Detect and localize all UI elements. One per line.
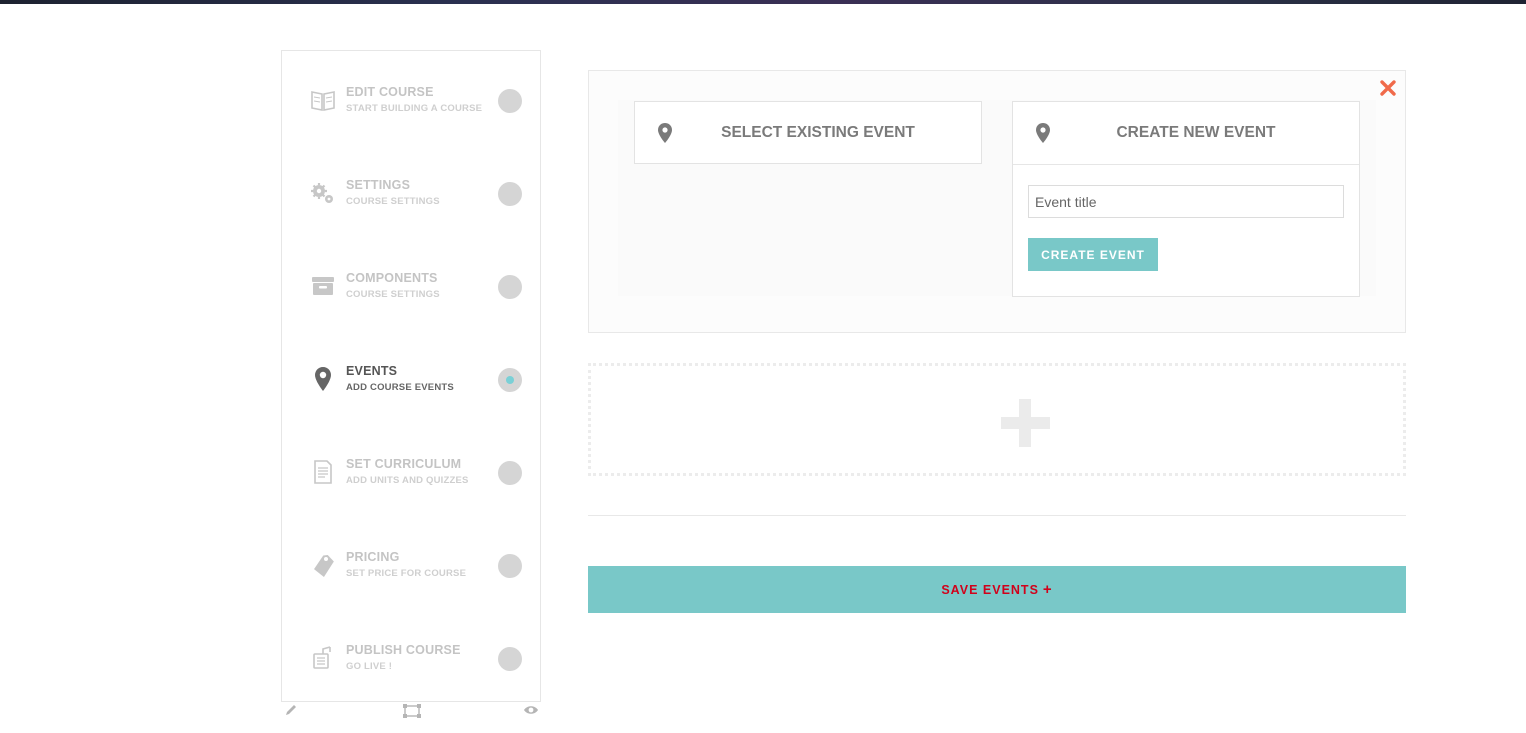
course-steps-sidebar: EDIT COURSE START BUILDING A COURSE SETT… xyxy=(281,50,541,702)
create-new-event-label: CREATE NEW EVENT xyxy=(1116,124,1276,141)
step-subtitle: SET PRICE FOR COURSE xyxy=(346,568,467,579)
select-existing-event-label: SELECT EXISTING EVENT xyxy=(721,124,915,141)
create-event-button[interactable]: CREATE EVENT xyxy=(1028,238,1158,271)
step-edit-course[interactable]: EDIT COURSE START BUILDING A COURSE xyxy=(282,73,542,133)
step-title: SET CURRICULUM xyxy=(346,457,462,471)
save-events-label: SAVE EVENTS xyxy=(941,583,1039,597)
step-title: SETTINGS xyxy=(346,178,411,192)
pencil-icon[interactable] xyxy=(284,703,298,721)
divider xyxy=(1013,164,1359,165)
step-title: EDIT COURSE xyxy=(346,85,434,99)
gears-icon xyxy=(310,180,336,206)
close-icon[interactable] xyxy=(1379,79,1397,97)
event-title-input[interactable] xyxy=(1028,185,1344,218)
map-pin-icon xyxy=(310,366,336,392)
step-title: PRICING xyxy=(346,550,400,564)
step-status-dot xyxy=(498,368,522,392)
map-pin-icon xyxy=(1033,122,1053,144)
map-pin-icon xyxy=(655,122,675,144)
step-subtitle: ADD UNITS AND QUIZZES xyxy=(346,475,469,486)
divider xyxy=(588,515,1406,516)
step-subtitle: ADD COURSE EVENTS xyxy=(346,382,454,393)
step-components[interactable]: COMPONENTS COURSE SETTINGS xyxy=(282,259,542,319)
eye-icon[interactable] xyxy=(523,703,539,721)
document-icon xyxy=(310,459,336,485)
step-status-dot xyxy=(498,461,522,485)
step-subtitle: COURSE SETTINGS xyxy=(346,289,440,300)
step-status-dot xyxy=(498,647,522,671)
resize-icon[interactable] xyxy=(402,703,422,721)
save-events-button[interactable]: SAVE EVENTS + xyxy=(588,566,1406,613)
add-event-box[interactable] xyxy=(588,363,1406,476)
step-pricing[interactable]: PRICING SET PRICE FOR COURSE xyxy=(282,538,542,598)
plus-icon: + xyxy=(1042,581,1053,598)
step-status-dot xyxy=(498,182,522,206)
step-events[interactable]: EVENTS ADD COURSE EVENTS xyxy=(282,352,542,412)
step-subtitle: GO LIVE ! xyxy=(346,661,393,672)
select-existing-event-card[interactable]: SELECT EXISTING EVENT xyxy=(634,101,982,164)
step-publish-course[interactable]: PUBLISH COURSE GO LIVE ! xyxy=(282,631,542,691)
step-status-dot xyxy=(498,89,522,113)
step-settings[interactable]: SETTINGS COURSE SETTINGS xyxy=(282,166,542,226)
price-tag-icon xyxy=(310,552,336,578)
step-title: COMPONENTS xyxy=(346,271,438,285)
step-set-curriculum[interactable]: SET CURRICULUM ADD UNITS AND QUIZZES xyxy=(282,445,542,505)
book-icon xyxy=(310,87,336,113)
step-title: PUBLISH COURSE xyxy=(346,643,461,657)
step-title: EVENTS xyxy=(346,364,398,378)
archive-box-icon xyxy=(310,273,336,299)
step-status-dot xyxy=(498,554,522,578)
top-gradient-bar xyxy=(0,0,1526,4)
publish-icon xyxy=(310,645,336,671)
plus-icon-vertical xyxy=(1019,399,1031,447)
step-subtitle: COURSE SETTINGS xyxy=(346,196,440,207)
step-status-dot xyxy=(498,275,522,299)
step-subtitle: START BUILDING A COURSE xyxy=(346,103,483,114)
